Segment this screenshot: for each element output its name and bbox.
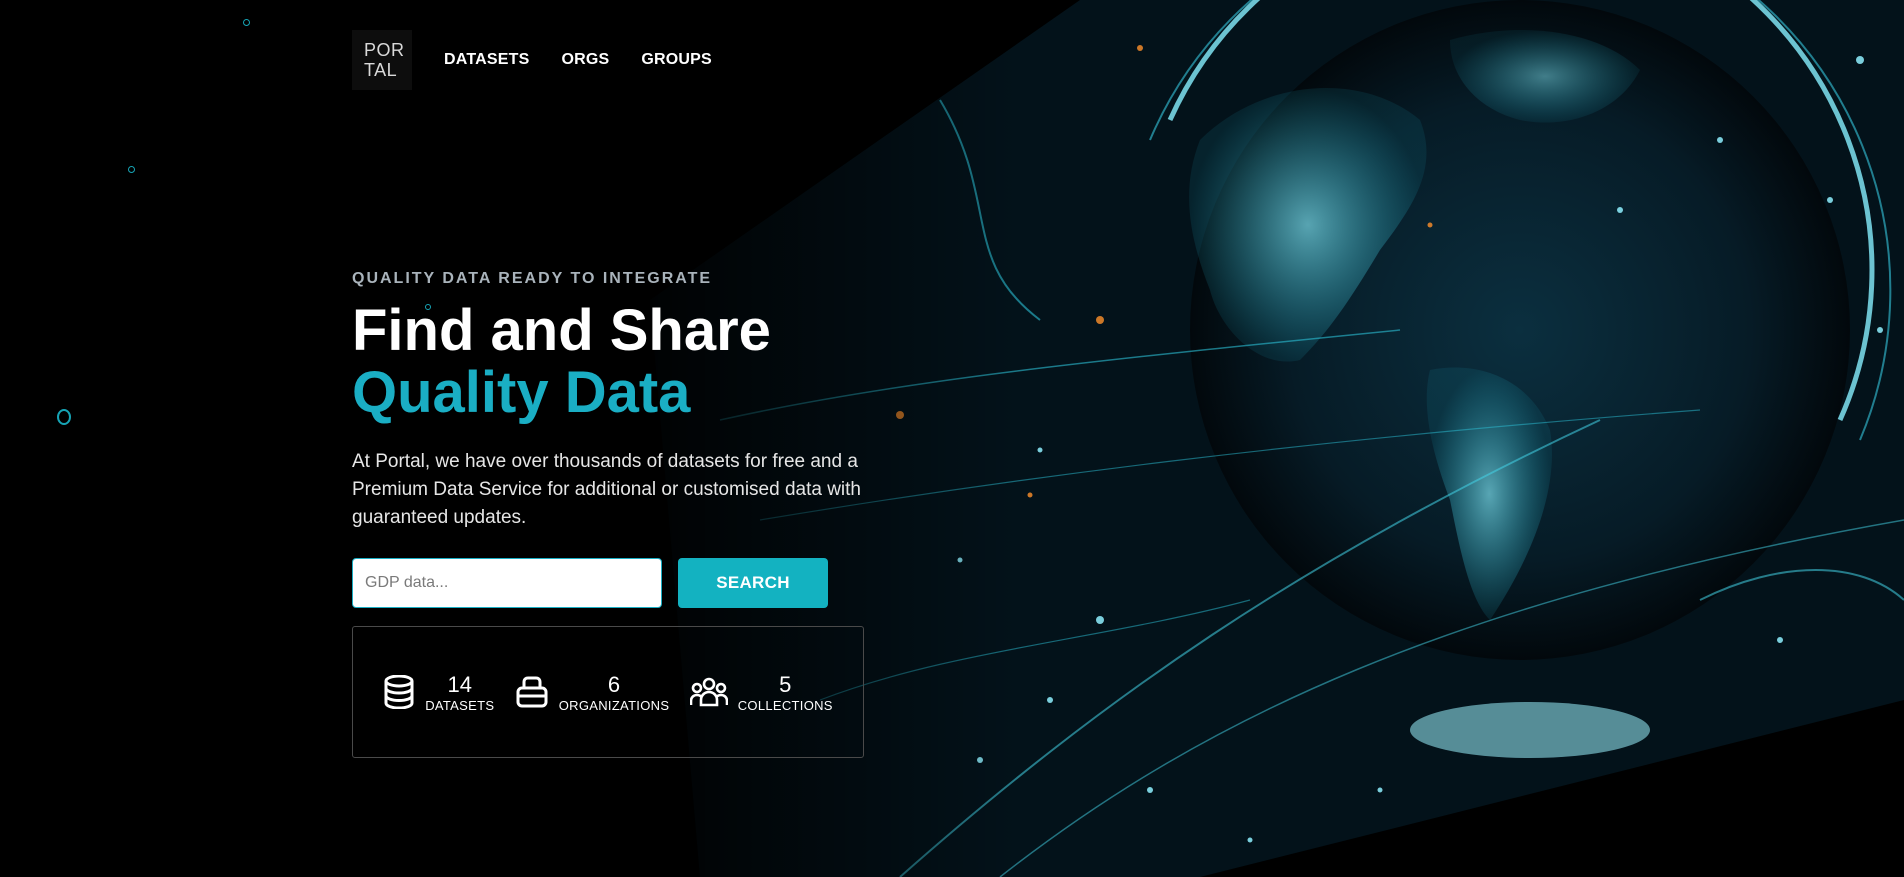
stat-collections-label: COLLECTIONS: [737, 697, 833, 713]
logo-line-2: TAL: [364, 60, 398, 80]
decorative-orb-3: [57, 409, 71, 425]
search-form: SEARCH: [352, 558, 972, 608]
stat-organizations-value: 6: [607, 671, 621, 697]
stat-datasets[interactable]: 14 DATASETS: [383, 672, 494, 713]
stat-organizations[interactable]: 6 ORGANIZATIONS: [515, 672, 670, 713]
hero-section: QUALITY DATA READY TO INTEGRATE Find and…: [352, 270, 972, 758]
people-group-icon: [689, 677, 728, 707]
stat-datasets-label: DATASETS: [425, 697, 495, 713]
nav-groups-link[interactable]: GROUPS: [641, 51, 712, 69]
search-button[interactable]: SEARCH: [678, 558, 828, 608]
decorative-orb-1: [243, 19, 250, 26]
hero-title: Find and Share Quality Data: [352, 300, 972, 424]
hero-eyebrow: QUALITY DATA READY TO INTEGRATE: [352, 270, 713, 287]
database-icon: [383, 675, 415, 709]
logo-line-1: POR: [364, 40, 405, 60]
stat-collections[interactable]: 5 COLLECTIONS: [689, 672, 833, 713]
stat-collections-value: 5: [779, 671, 792, 697]
portal-logo[interactable]: POR TAL: [352, 30, 412, 90]
site-header: POR TAL DATASETS ORGS GROUPS: [352, 30, 712, 90]
stats-panel: 14 DATASETS 6 ORGANIZATIONS 5 COLLECTION…: [352, 626, 864, 758]
portal-home-page: POR TAL DATASETS ORGS GROUPS QUALITY DAT…: [0, 0, 1904, 877]
stat-organizations-text: 6 ORGANIZATIONS: [559, 672, 670, 713]
stat-datasets-value: 14: [447, 671, 472, 697]
nav-datasets-link[interactable]: DATASETS: [444, 51, 529, 69]
hero-title-line-2: Quality Data: [352, 360, 691, 425]
hero-description: At Portal, we have over thousands of dat…: [352, 451, 862, 528]
stat-organizations-label: ORGANIZATIONS: [558, 697, 670, 713]
stat-datasets-text: 14 DATASETS: [425, 672, 494, 713]
stat-collections-text: 5 COLLECTIONS: [738, 672, 833, 713]
nav-orgs-link[interactable]: ORGS: [561, 51, 609, 69]
search-input[interactable]: [352, 558, 662, 608]
main-nav: DATASETS ORGS GROUPS: [444, 51, 712, 69]
decorative-orb-2: [128, 166, 135, 173]
hero-title-line-1: Find and Share: [352, 298, 771, 363]
building-icon: [515, 675, 549, 709]
